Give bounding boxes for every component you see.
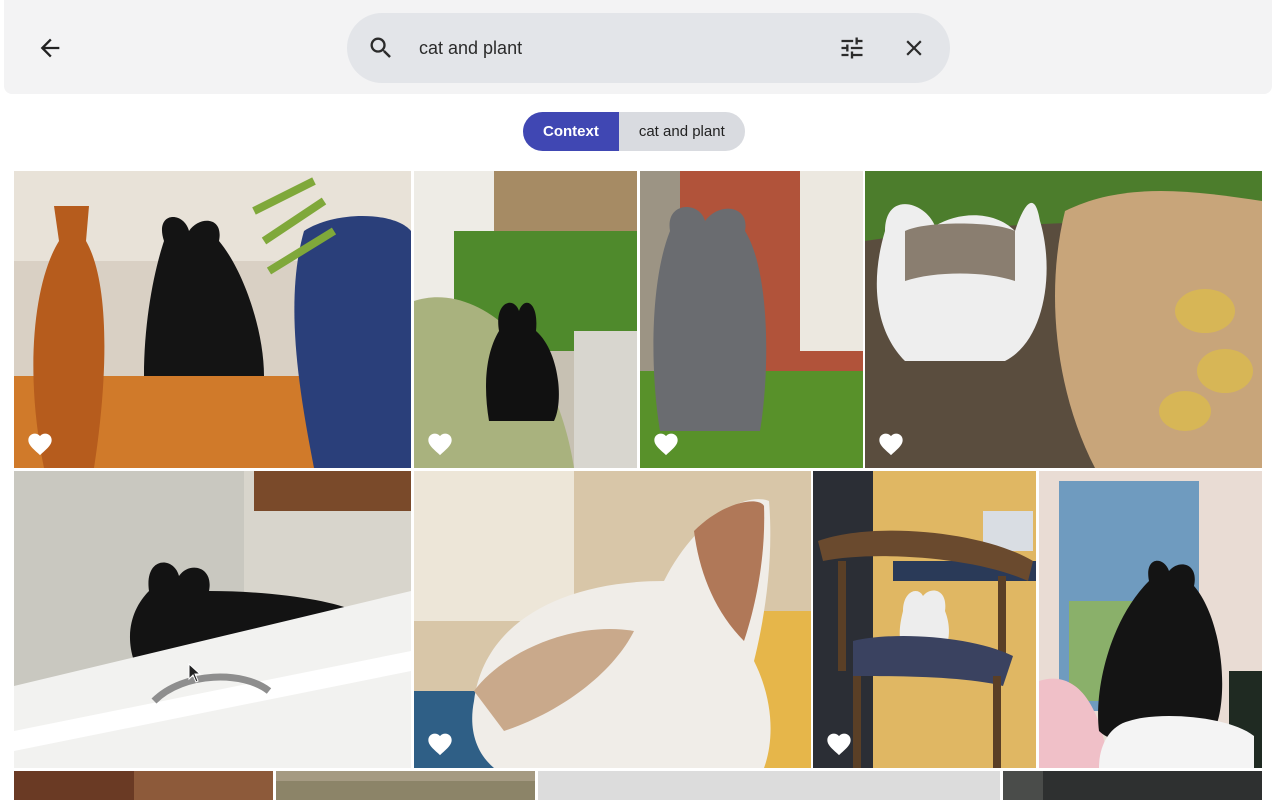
search-bar: [347, 13, 950, 83]
search-chips: Context cat and plant: [523, 112, 745, 151]
photo-tabby-cat-chair[interactable]: [813, 471, 1036, 768]
photo-black-cat-painting[interactable]: [1039, 471, 1262, 768]
photo-image: [414, 171, 637, 468]
favorite-heart-icon[interactable]: [426, 730, 454, 756]
photo-black-cat-windowsill[interactable]: [14, 471, 411, 768]
photo-image: [813, 471, 1036, 768]
favorite-heart-icon[interactable]: [652, 430, 680, 456]
search-icon: [370, 37, 391, 58]
photo-image: [1039, 471, 1262, 768]
photo-cream-cat-closeup[interactable]: [414, 471, 811, 768]
photo-row3-b[interactable]: [276, 771, 535, 800]
clear-search-button[interactable]: [899, 33, 929, 63]
chip-context[interactable]: Context: [523, 112, 619, 151]
photo-image: [1003, 771, 1262, 800]
chip-query[interactable]: cat and plant: [618, 112, 745, 151]
photo-row3-c[interactable]: [538, 771, 1000, 800]
photo-row3-a[interactable]: [14, 771, 273, 800]
photo-image: [276, 771, 535, 800]
filter-button[interactable]: [837, 33, 867, 63]
arrow-left-icon: [40, 38, 60, 58]
photo-black-cat-grass[interactable]: [414, 171, 637, 468]
favorite-heart-icon[interactable]: [426, 430, 454, 456]
favorite-heart-icon[interactable]: [877, 430, 905, 456]
photo-image: [14, 171, 411, 468]
photo-black-cat-vase[interactable]: [14, 171, 411, 468]
photo-tabby-cat-potatoes[interactable]: [865, 171, 1262, 468]
tune-icon: [841, 37, 863, 59]
favorite-heart-icon[interactable]: [825, 730, 853, 756]
photo-grey-cat-brick[interactable]: [640, 171, 863, 468]
photo-image: [865, 171, 1262, 468]
close-icon: [906, 40, 922, 56]
photo-row3-d[interactable]: [1003, 771, 1262, 800]
photo-image: [538, 771, 1000, 800]
search-input[interactable]: [419, 31, 819, 65]
photo-image: [14, 471, 411, 768]
photo-image: [14, 771, 273, 800]
photo-image: [640, 171, 863, 468]
favorite-heart-icon[interactable]: [26, 430, 54, 456]
photo-image: [414, 471, 811, 768]
top-app-bar: [4, 0, 1272, 94]
mouse-cursor-icon: [188, 663, 202, 683]
back-button[interactable]: [28, 26, 72, 70]
